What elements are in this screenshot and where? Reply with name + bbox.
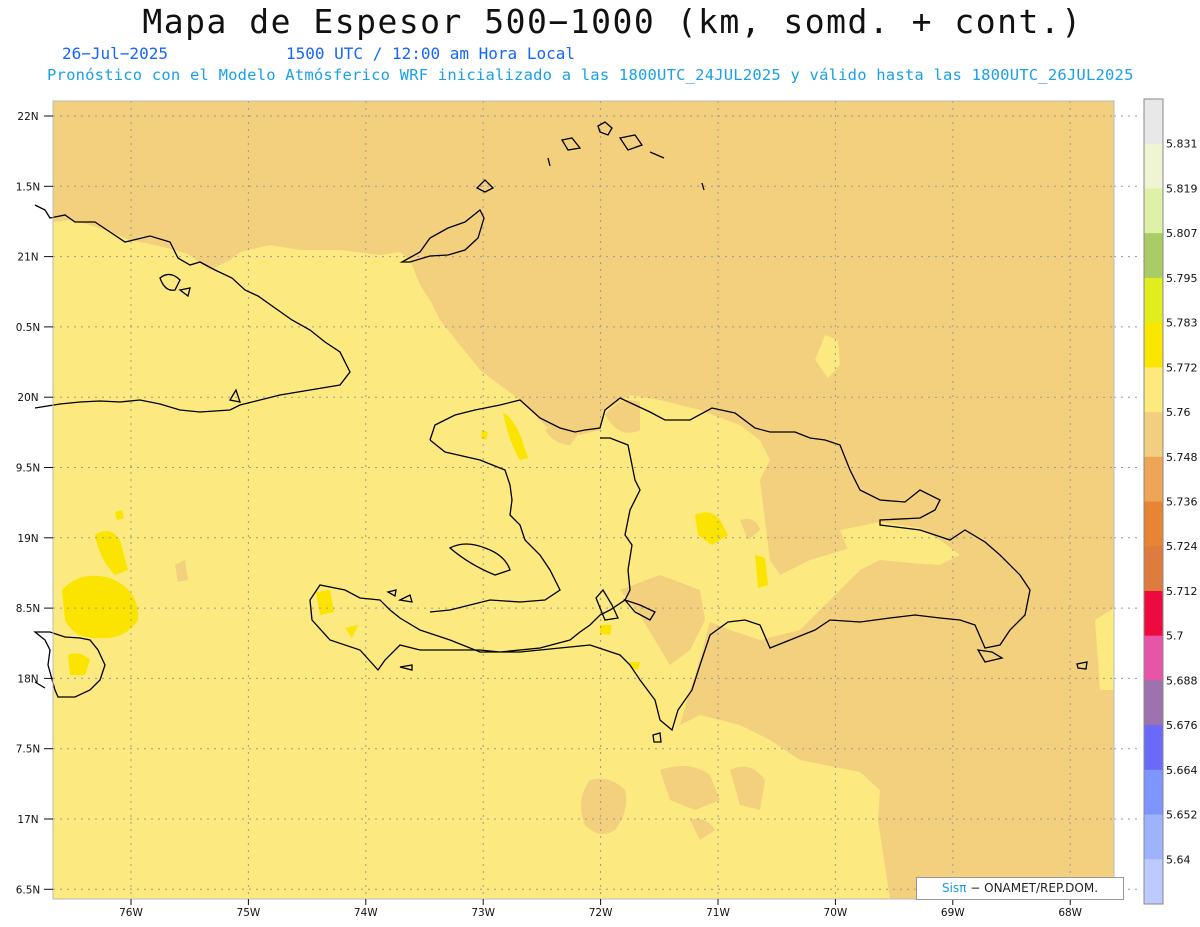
colorbar-segment xyxy=(1144,501,1163,547)
colorbar-segment xyxy=(1144,322,1163,368)
lat-label: 19N xyxy=(17,533,38,545)
colorbar-label: 5.783 xyxy=(1166,317,1198,330)
credit-box: Sisπ − ONAMET/REP.DOM. xyxy=(916,877,1124,900)
credit-brand: Sisπ xyxy=(941,881,967,895)
lon-label: 76W xyxy=(119,907,143,919)
lon-label: 75W xyxy=(237,907,261,919)
colorbar-label: 5.76 xyxy=(1166,406,1191,419)
colorbar-label: 5.688 xyxy=(1166,674,1198,687)
colorbar-segment xyxy=(1144,725,1163,771)
lat-label: 21N xyxy=(17,252,38,264)
lat-label: 9.5N xyxy=(16,463,41,475)
colorbar-segment xyxy=(1144,590,1163,637)
colorbar-segment xyxy=(1144,769,1163,816)
colorbar: 5.831 5.819 5.807 5.795 5.783 5.772 5.76 5.748 5… xyxy=(1143,98,1198,905)
colorbar-segment xyxy=(1144,233,1163,279)
colorbar-segment xyxy=(1144,814,1163,860)
colorbar-segment xyxy=(1144,680,1163,726)
colorbar-label: 5.807 xyxy=(1166,227,1198,240)
credit-text: − ONAMET/REP.DOM. xyxy=(970,881,1099,895)
lon-label: 72W xyxy=(589,907,613,919)
colorbar-label: 5.795 xyxy=(1166,272,1198,285)
colorbar-label: 5.748 xyxy=(1166,451,1198,464)
colorbar-label: 5.819 xyxy=(1166,182,1198,195)
colorbar-segment xyxy=(1144,367,1163,413)
colorbar-segment xyxy=(1144,546,1163,592)
colorbar-segment xyxy=(1144,635,1163,681)
colorbar-label: 5.772 xyxy=(1166,361,1198,374)
lat-label: 17N xyxy=(17,814,38,826)
lon-label: 68W xyxy=(1058,907,1082,919)
lat-label: 6.5N xyxy=(16,884,41,896)
lat-label: 18N xyxy=(17,673,38,685)
colorbar-label: 5.64 xyxy=(1166,853,1191,866)
lon-label: 73W xyxy=(471,907,495,919)
colorbar-label: 5.664 xyxy=(1166,764,1198,777)
lat-label: 8.5N xyxy=(16,603,41,615)
lat-label: 22N xyxy=(17,111,38,123)
latitude-labels: 22N 1.5N 21N 0.5N 20N 9.5N 19N 8.5N 18N 7.5N 17N 6.… xyxy=(16,111,53,896)
longitude-labels: 76W 75W 74W 73W 72W 71W 70W 69W 68W xyxy=(119,899,1083,919)
lat-label: 7.5N xyxy=(16,744,41,756)
colorbar-segment xyxy=(1144,143,1163,189)
lat-label: 1.5N xyxy=(16,181,41,193)
lon-label: 71W xyxy=(706,907,730,919)
colorbar-segment xyxy=(1144,99,1163,145)
colorbar-label: 5.712 xyxy=(1166,585,1198,598)
lon-label: 69W xyxy=(941,907,965,919)
lon-label: 74W xyxy=(354,907,378,919)
colorbar-segment xyxy=(1144,456,1163,502)
thickness-map: 22N 1.5N 21N 0.5N 20N 9.5N 19N 8.5N 18N 7.5N 17N 6.… xyxy=(16,98,1198,919)
colorbar-label: 5.831 xyxy=(1166,138,1198,151)
colorbar-label: 5.7 xyxy=(1166,630,1184,643)
colorbar-segment xyxy=(1144,412,1163,458)
colorbar-segment xyxy=(1144,277,1163,324)
lat-label: 0.5N xyxy=(16,322,41,334)
colorbar-segment xyxy=(1144,859,1163,905)
colorbar-label: 5.652 xyxy=(1166,809,1198,822)
colorbar-label: 5.676 xyxy=(1166,719,1198,732)
colorbar-label: 5.724 xyxy=(1166,540,1198,553)
lat-label: 20N xyxy=(17,392,38,404)
colorbar-label: 5.736 xyxy=(1166,496,1198,509)
colorbar-segment xyxy=(1144,188,1163,234)
lon-label: 70W xyxy=(824,907,848,919)
